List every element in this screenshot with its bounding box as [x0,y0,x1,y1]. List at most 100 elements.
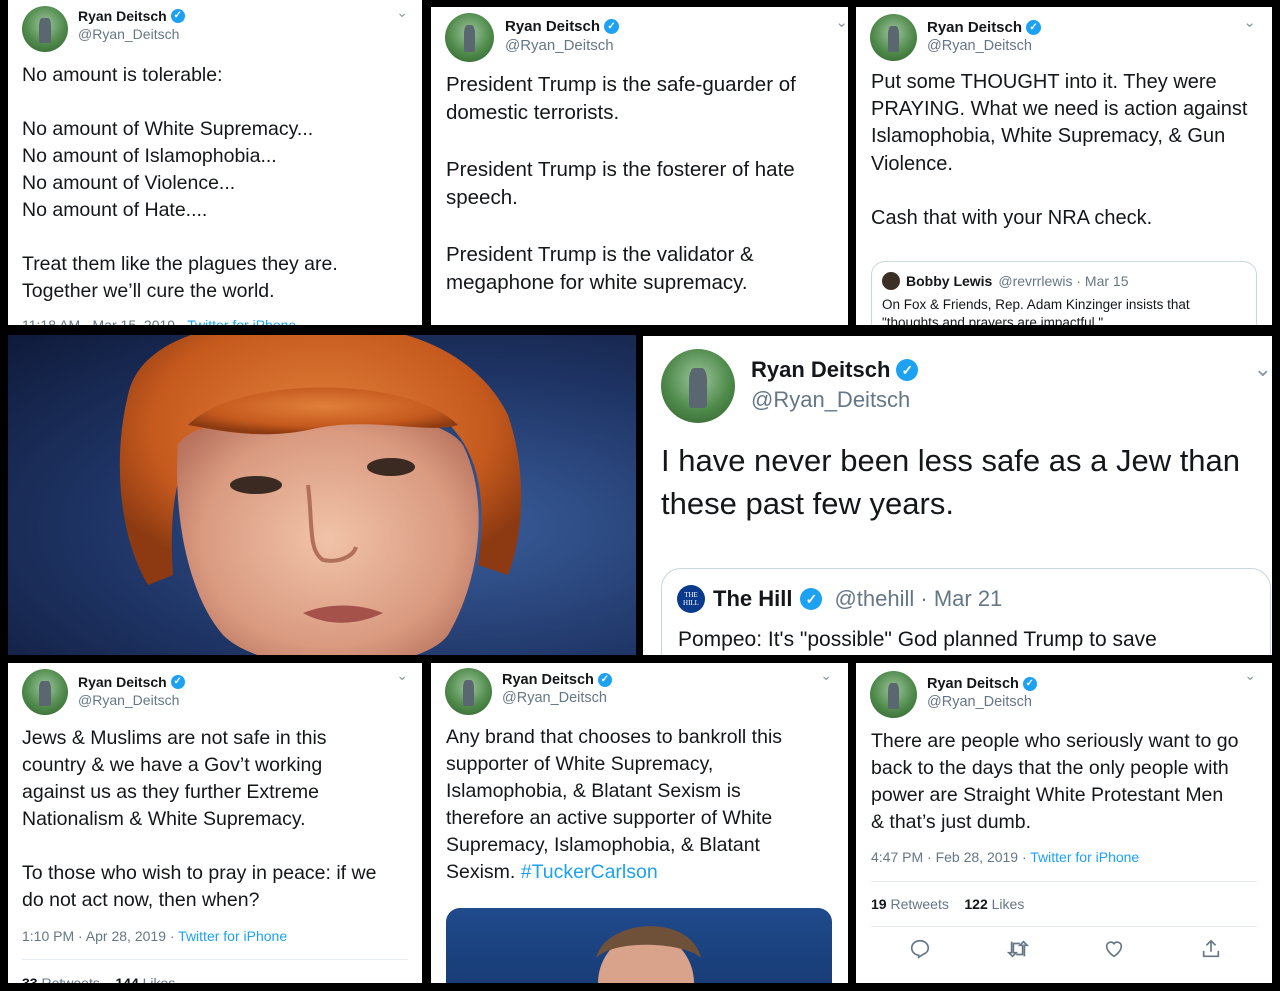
avatar[interactable] [661,349,735,423]
tweet-text: I have never been less safe as a Jew tha… [661,443,1241,521]
author-name-row[interactable]: Ryan Deitsch ✓ [927,676,1037,692]
author-name: Ryan Deitsch [78,8,167,24]
retweets-label[interactable]: Retweets [890,896,948,912]
chevron-down-icon[interactable]: ⌄ [1244,667,1256,684]
tweet-time[interactable]: 4:47 PM · Feb 28, 2019 · [871,849,1030,865]
author-name: Ryan Deitsch [927,676,1019,692]
media-photo-illustration [596,926,701,983]
like-count[interactable]: 122 [964,896,987,912]
retweet-icon[interactable] [1006,938,1030,960]
tweet-source-link[interactable]: Twitter for iPhone [1030,849,1139,865]
tweet-header: Ryan Deitsch ✓ @Ryan_Deitsch [870,671,1037,718]
author-name-row[interactable]: Ryan Deitsch ✓ [927,19,1042,36]
tweet-media-image[interactable] [446,908,832,983]
tweet-card-2: Ryan Deitsch ✓ @Ryan_Deitsch ⌄ President… [431,7,848,325]
quoted-handle-date: @thehill · Mar 21 [834,586,1003,611]
verified-badge-icon: ✓ [170,675,185,689]
chevron-down-icon[interactable]: ⌄ [820,667,832,684]
divider [871,881,1257,882]
verified-badge-icon: ✓ [1022,677,1037,691]
author-handle[interactable]: @Ryan_Deitsch [78,26,185,42]
tweet-card-7: Ryan Deitsch ✓ @Ryan_Deitsch ⌄ There are… [856,663,1272,983]
likes-label[interactable]: Likes [143,975,176,983]
tweet-card-3: Ryan Deitsch ✓ @Ryan_Deitsch ⌄ Put some … [856,7,1272,325]
author-name: Ryan Deitsch [78,674,167,690]
thehill-logo-text: THE HILL [683,591,699,607]
tweet-header: Ryan Deitsch ✓ @Ryan_Deitsch [22,6,185,52]
quoted-tweet[interactable]: Bobby Lewis @revrrlewis · Mar 15 On Fox … [871,261,1257,325]
author-handle[interactable]: @Ryan_Deitsch [78,692,185,708]
retweets-label[interactable]: Retweets [41,975,99,983]
author-name-row[interactable]: Ryan Deitsch ✓ [751,357,919,383]
portrait-photo [8,335,636,655]
author-name-row[interactable]: Ryan Deitsch ✓ [78,8,185,24]
chevron-down-icon[interactable]: ⌄ [835,13,848,31]
verified-badge-icon: ✓ [1026,20,1042,35]
avatar[interactable] [870,14,917,61]
tweet-header: Ryan Deitsch ✓ @Ryan_Deitsch [22,669,185,715]
chevron-down-icon[interactable]: ⌄ [1243,13,1256,31]
tweet-time[interactable]: 11:18 AM · Mar 15, 2019 · [22,317,187,325]
avatar[interactable] [445,668,492,715]
tweet-card-5: Ryan Deitsch ✓ @Ryan_Deitsch ⌄ Jews & Mu… [8,663,422,983]
tweet-actions [871,938,1257,962]
verified-badge-icon: ✓ [800,588,823,610]
tweet-source-link[interactable]: Twitter for iPhone [187,317,296,325]
tweet-header: Ryan Deitsch ✓ @Ryan_Deitsch [661,349,919,423]
verified-badge-icon: ✓ [896,359,919,381]
author-name-row[interactable]: Ryan Deitsch ✓ [505,18,620,35]
chevron-down-icon[interactable]: ⌄ [396,667,408,684]
reply-icon[interactable] [909,938,931,960]
author-name: Ryan Deitsch [502,672,594,688]
avatar[interactable] [445,13,494,62]
tweet-card-1: Ryan Deitsch ✓ @Ryan_Deitsch ⌄ No amount… [8,0,422,325]
author-handle[interactable]: @Ryan_Deitsch [927,38,1041,54]
tweet-card-6: Ryan Deitsch ✓ @Ryan_Deitsch ⌄ Any brand… [431,663,848,983]
chevron-down-icon[interactable]: ⌄ [396,4,408,21]
tweet-stats: 19 Retweets 122 Likes [871,896,1024,912]
retweet-count[interactable]: 19 [871,896,887,912]
author-handle[interactable]: @Ryan_Deitsch [751,387,918,413]
tweet-text: Jews & Muslims are not safe in this coun… [22,727,377,911]
author-handle[interactable]: @Ryan_Deitsch [505,37,619,54]
tweet-text: Put some THOUGHT into it. They were PRAY… [871,71,1248,230]
quoted-text: Pompeo: It's "possible" God planned Trum… [678,628,1157,651]
hashtag-link[interactable]: #TuckerCarlson [521,861,658,883]
portrait-illustration [119,335,522,655]
likes-label[interactable]: Likes [992,896,1025,912]
tweet-timestamp: 4:47 PM · Feb 28, 2019 · Twitter for iPh… [871,849,1139,865]
like-icon[interactable] [1103,938,1125,960]
tweet-time[interactable]: 1:10 PM · Apr 28, 2019 · [22,928,178,944]
author-name: Ryan Deitsch [751,357,891,382]
retweet-count[interactable]: 33 [22,975,38,983]
quoted-author-name: The Hill [713,586,793,611]
tweet-card-4: Ryan Deitsch ✓ @Ryan_Deitsch ⌄ I have ne… [643,336,1272,655]
tweet-stats: 33 Retweets 144 Likes [22,975,175,983]
like-count[interactable]: 144 [115,975,138,983]
tweet-text: Any brand that chooses to bankroll this … [446,724,782,886]
author-handle[interactable]: @Ryan_Deitsch [502,690,612,706]
author-handle[interactable]: @Ryan_Deitsch [927,694,1037,710]
quoted-avatar [882,272,900,290]
quoted-text: On Fox & Friends, Rep. Adam Kinzinger in… [882,297,1190,325]
author-name-row[interactable]: Ryan Deitsch ✓ [502,672,612,688]
chevron-down-icon[interactable]: ⌄ [1254,356,1272,382]
share-icon[interactable] [1200,938,1222,960]
thehill-logo: THE HILL [677,585,705,613]
tweet-timestamp: 1:10 PM · Apr 28, 2019 · Twitter for iPh… [22,928,287,944]
tweet-source-link[interactable]: Twitter for iPhone [178,928,287,944]
divider [871,926,1257,927]
tweet-timestamp: 11:18 AM · Mar 15, 2019 · Twitter for iP… [22,317,296,325]
tweet-text: There are people who seriously want to g… [871,730,1239,833]
verified-badge-icon: ✓ [170,9,185,23]
quoted-tweet[interactable]: THE HILL The Hill ✓ @thehill · Mar 21 Po… [661,568,1271,655]
avatar[interactable] [22,669,68,715]
tweet-header: Ryan Deitsch ✓ @Ryan_Deitsch [445,13,620,62]
tweet-body: Any brand that chooses to bankroll this … [446,726,783,883]
avatar[interactable] [22,6,68,52]
author-name: Ryan Deitsch [505,18,601,35]
author-name: Ryan Deitsch [927,19,1023,36]
verified-badge-icon: ✓ [604,19,620,34]
avatar[interactable] [870,671,917,718]
author-name-row[interactable]: Ryan Deitsch ✓ [78,674,185,690]
